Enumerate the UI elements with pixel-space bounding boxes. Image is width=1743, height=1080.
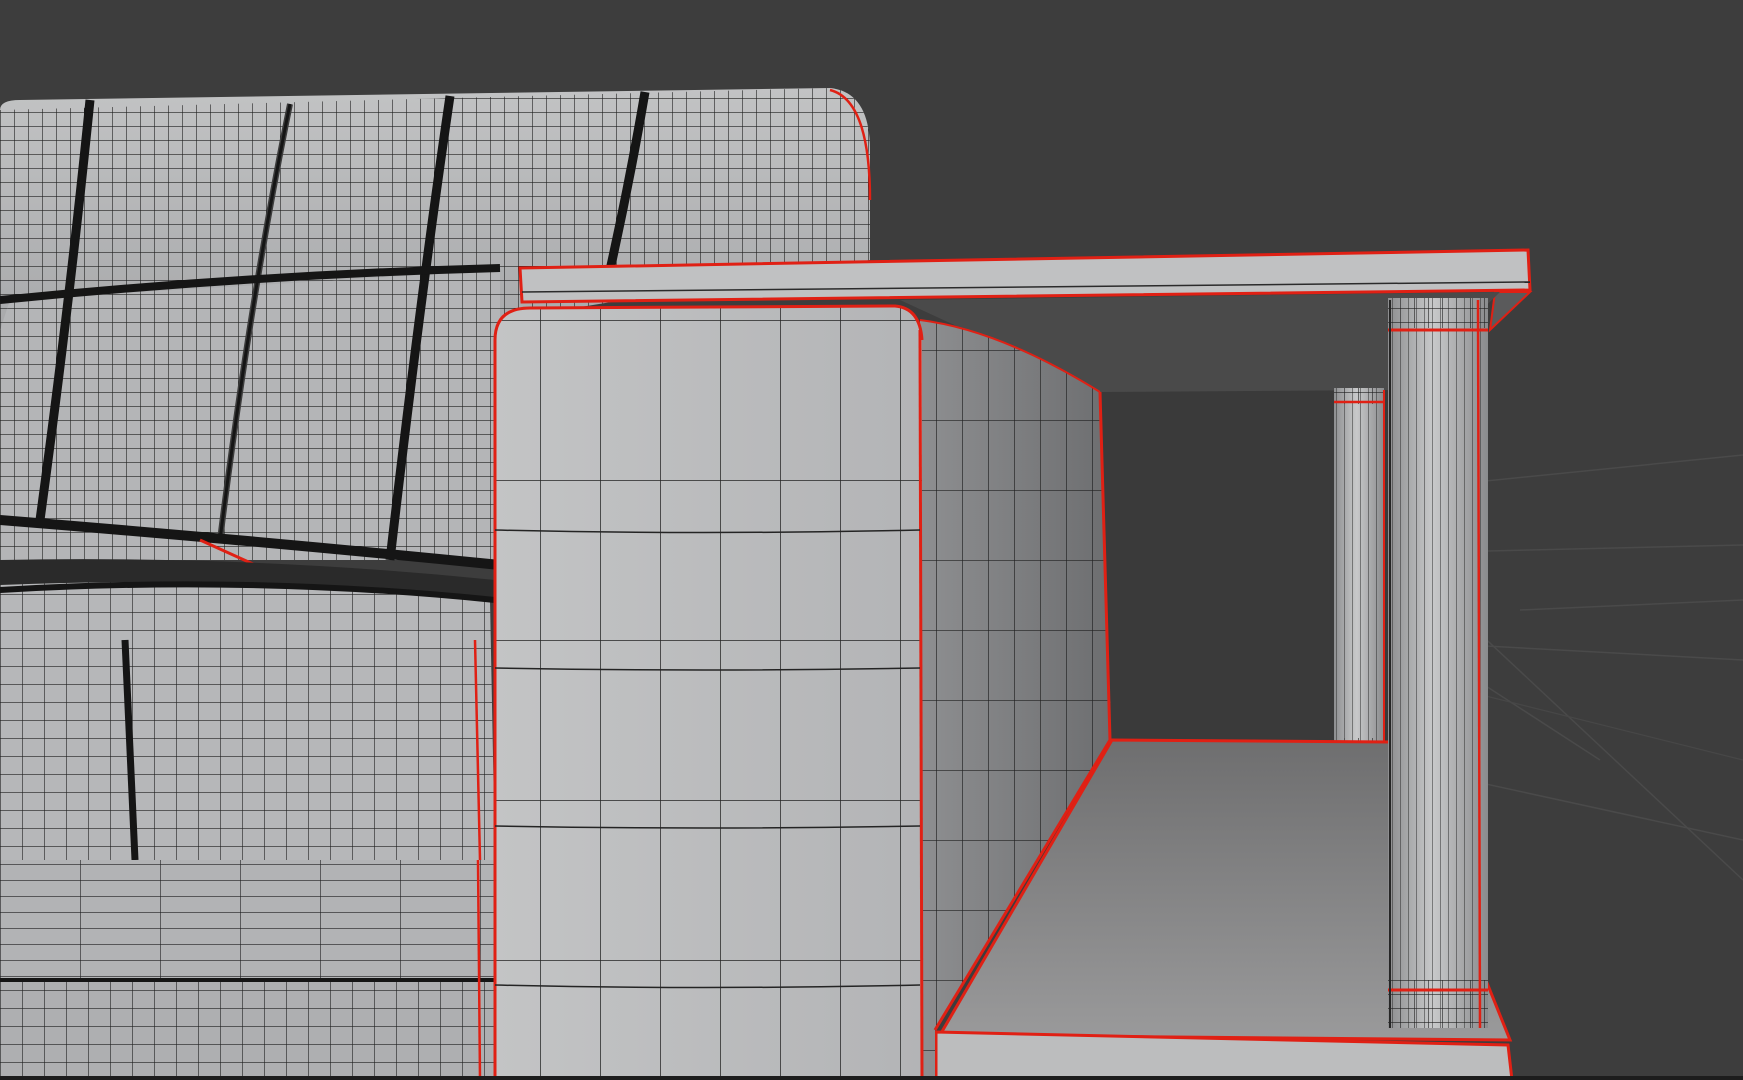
sofa-armrest[interactable] bbox=[493, 304, 924, 1080]
sofa-base[interactable] bbox=[0, 859, 495, 1080]
sofa-seat-cushions[interactable] bbox=[0, 559, 496, 861]
viewport-scene[interactable] bbox=[0, 0, 1743, 1080]
side-table-leg-back[interactable] bbox=[1334, 388, 1385, 754]
viewport-bottom-border bbox=[0, 1076, 1743, 1080]
side-table-leg-front[interactable] bbox=[1388, 298, 1488, 1029]
3d-viewport[interactable] bbox=[0, 0, 1743, 1080]
